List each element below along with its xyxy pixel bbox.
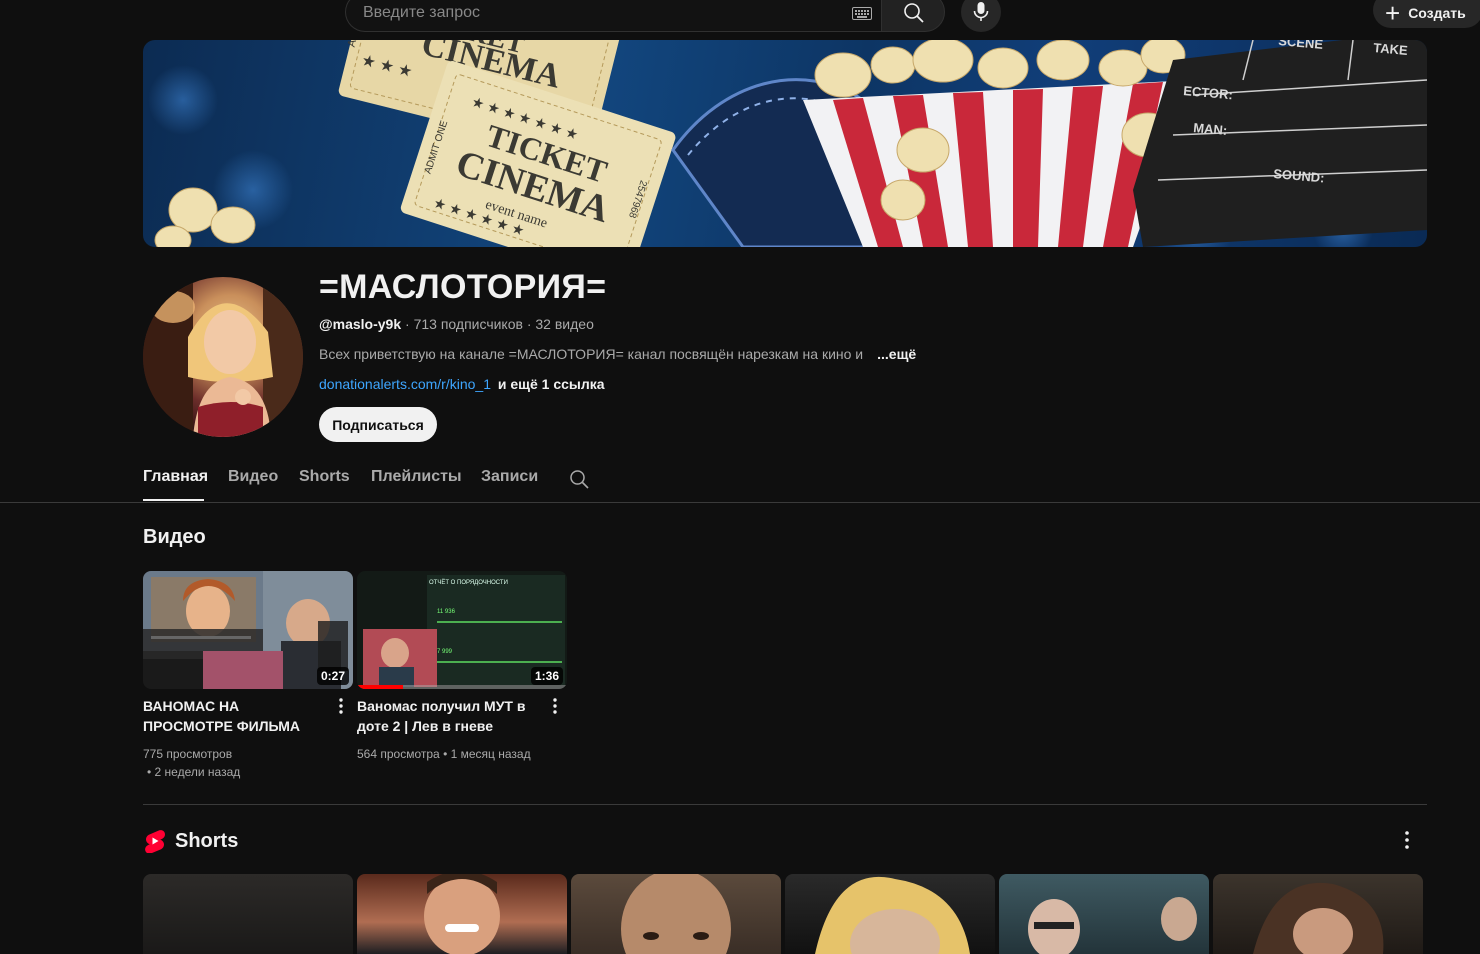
- short-image: [621, 874, 731, 954]
- video-duration: 1:36: [530, 667, 563, 685]
- more-vertical-icon[interactable]: [1399, 829, 1415, 851]
- create-button-label: Создать: [1408, 4, 1466, 21]
- short-thumbnail[interactable]: [357, 874, 567, 954]
- tabs-divider: [0, 502, 1480, 503]
- channel-description[interactable]: Всех приветствую на канале =МАСЛОТОРИЯ= …: [319, 346, 916, 362]
- donation-link[interactable]: donationalerts.com/r/kino_1: [319, 376, 491, 392]
- video-age: • 1 месяц назад: [443, 747, 531, 761]
- avatar-image: [143, 277, 303, 437]
- search-box: [345, 0, 881, 32]
- short-thumbnail[interactable]: [785, 874, 995, 954]
- tab-posts[interactable]: Записи: [481, 468, 538, 486]
- video-age: • 2 недели назад: [147, 765, 241, 779]
- channel-avatar[interactable]: [143, 277, 303, 437]
- video-views-and-age: 564 просмотра • 1 месяц назад: [357, 745, 531, 763]
- video-thumbnail[interactable]: ОТЧЁТ О ПОРЯДОЧНОСТИ 11 936 7 999 1:36: [357, 571, 567, 689]
- search-icon[interactable]: [569, 469, 589, 489]
- tab-videos[interactable]: Видео: [228, 468, 278, 486]
- short-image: [424, 874, 500, 954]
- video-thumbnail[interactable]: 0:27: [143, 571, 353, 689]
- short-thumbnail[interactable]: [1213, 874, 1423, 954]
- shorts-icon: [145, 830, 165, 853]
- svg-text:11 936: 11 936: [437, 609, 456, 615]
- create-button[interactable]: + Создать: [1373, 0, 1480, 28]
- meta-separator: ·: [522, 316, 536, 332]
- video-title[interactable]: Ваномас получил МУТ в доте 2 | Лев в гне…: [357, 696, 543, 736]
- video-count: 32 видео: [535, 316, 594, 332]
- shorts-section-header: Shorts: [143, 828, 238, 854]
- video-duration: 0:27: [316, 667, 349, 685]
- search-button[interactable]: [881, 0, 945, 32]
- svg-text:MAN:: MAN:: [1193, 120, 1228, 138]
- video-card[interactable]: 0:27 ВАНОМАС НА ПРОСМОТРЕ ФИЛЬМА 775 про…: [143, 571, 353, 779]
- short-thumbnail[interactable]: [143, 874, 353, 954]
- microphone-icon: [973, 2, 989, 21]
- video-views: 775 просмотров: [143, 747, 233, 761]
- tab-home[interactable]: Главная: [143, 468, 208, 486]
- more-vertical-icon[interactable]: [547, 696, 563, 716]
- video-title[interactable]: ВАНОМАС НА ПРОСМОТРЕ ФИЛЬМА: [143, 696, 329, 736]
- search-icon: [904, 3, 924, 23]
- shorts-section-title[interactable]: Shorts: [175, 830, 238, 853]
- tab-shorts[interactable]: Shorts: [299, 468, 350, 486]
- video-views: 564 просмотра: [357, 747, 440, 761]
- subscriber-count: 713 подписчиков: [413, 316, 523, 332]
- meta-separator: ·: [401, 316, 414, 332]
- watch-progress-bar: [357, 685, 404, 689]
- search-input[interactable]: [363, 2, 833, 24]
- short-image: [815, 876, 970, 954]
- videos-section-title[interactable]: Видео: [143, 526, 206, 549]
- channel-name: =МАСЛОТОРИЯ=: [319, 268, 607, 306]
- more-links-button[interactable]: и ещё 1 ссылка: [498, 376, 605, 392]
- top-bar: + Создать: [0, 0, 1480, 32]
- short-image: [1028, 897, 1197, 954]
- more-vertical-icon[interactable]: [333, 696, 349, 716]
- description-text: Всех приветствую на канале =МАСЛОТОРИЯ= …: [319, 346, 864, 362]
- tab-playlists[interactable]: Плейлисты: [371, 468, 462, 486]
- description-more-link[interactable]: ...ещё: [877, 346, 916, 362]
- section-divider: [143, 804, 1427, 805]
- short-thumbnail[interactable]: [999, 874, 1209, 954]
- voice-search-button[interactable]: [961, 0, 1001, 32]
- banner-artwork: CINEMA TICKET ★ ★ ★ ADMI 47968 ★ ★ ★ ★ ★…: [148, 40, 1427, 247]
- subscribe-button[interactable]: Подписаться: [319, 407, 437, 442]
- short-thumbnail[interactable]: [571, 874, 781, 954]
- channel-meta: @maslo-y9k · 713 подписчиков · 32 видео: [319, 316, 594, 332]
- svg-text:7 999: 7 999: [437, 649, 453, 655]
- active-tab-indicator: [143, 499, 204, 501]
- channel-handle[interactable]: @maslo-y9k: [319, 316, 401, 332]
- plus-icon: +: [1385, 0, 1401, 28]
- channel-links: donationalerts.com/r/kino_1 и ещё 1 ссыл…: [319, 376, 605, 392]
- svg-text:ОТЧЁТ О ПОРЯДОЧНОСТИ: ОТЧЁТ О ПОРЯДОЧНОСТИ: [429, 579, 508, 586]
- video-card[interactable]: ОТЧЁТ О ПОРЯДОЧНОСТИ 11 936 7 999 1:36 В…: [357, 571, 567, 761]
- keyboard-icon[interactable]: [852, 7, 872, 20]
- channel-banner: CINEMA TICKET ★ ★ ★ ADMI 47968 ★ ★ ★ ★ ★…: [143, 40, 1427, 247]
- short-image: [1253, 882, 1384, 954]
- svg-text:TAKE: TAKE: [1373, 40, 1409, 58]
